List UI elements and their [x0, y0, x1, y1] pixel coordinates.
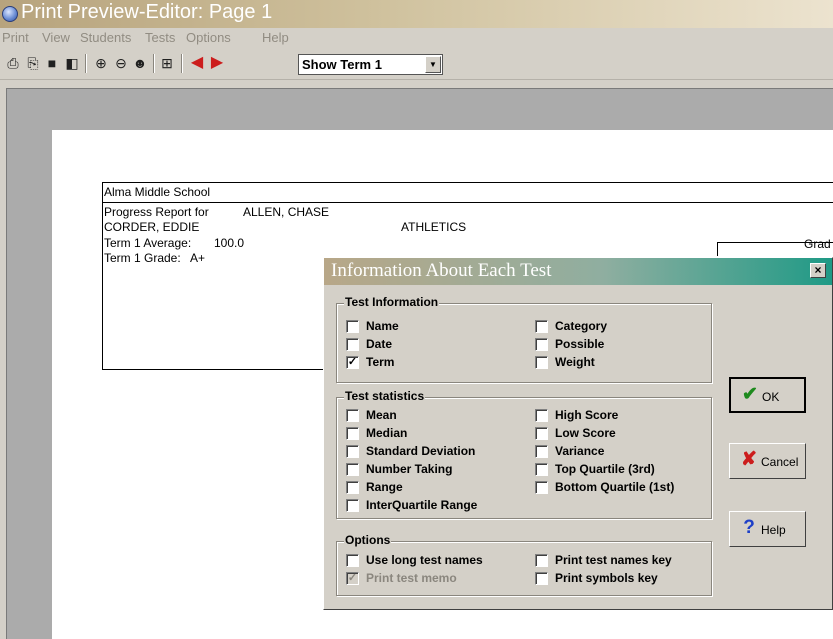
- dialog-title: Information About Each Test: [331, 260, 552, 281]
- checkbox-box[interactable]: [535, 481, 548, 494]
- report-divider: [103, 202, 833, 203]
- checkbox-label: Use long test names: [366, 553, 483, 567]
- toolbar-separator: [85, 54, 87, 73]
- menu-print[interactable]: Print: [2, 30, 29, 45]
- checkbox-label: Name: [366, 319, 399, 333]
- checkbox-label: Print test names key: [555, 553, 672, 567]
- term-select-value: Show Term 1: [302, 57, 382, 72]
- toolbar-separator: [181, 54, 183, 73]
- fit-page-icon[interactable]: ⊞: [158, 54, 176, 72]
- checkbox-label: Variance: [555, 444, 605, 458]
- checkbox-box[interactable]: [535, 356, 548, 369]
- student-icon[interactable]: ☻: [131, 54, 149, 72]
- checkbox-box[interactable]: [346, 338, 359, 351]
- progress-label: Progress Report for: [104, 205, 209, 219]
- cancel-button[interactable]: ✘ Cancel: [729, 443, 806, 479]
- checkbox-label: InterQuartile Range: [366, 498, 478, 512]
- term-average-label: Term 1 Average:: [104, 236, 192, 250]
- checkbox-label: Print test memo: [366, 571, 457, 585]
- checkbox-box[interactable]: [346, 463, 359, 476]
- menu-tests[interactable]: Tests: [145, 30, 175, 45]
- zoom-in-icon[interactable]: ⊕: [92, 54, 110, 72]
- teacher-name: CORDER, EDDIE: [104, 220, 200, 234]
- group-label: Test statistics: [344, 389, 426, 403]
- cancel-button-label: Cancel: [761, 455, 799, 469]
- checkbox-box[interactable]: [535, 427, 548, 440]
- group-label: Test Information: [344, 295, 440, 309]
- checkbox-box[interactable]: [346, 481, 359, 494]
- checkbox-label: Number Taking: [366, 462, 453, 476]
- checkbox-label: Low Score: [555, 426, 616, 440]
- checkbox-box[interactable]: [346, 499, 359, 512]
- checkbox-label: Bottom Quartile (1st): [555, 480, 675, 494]
- term-select[interactable]: Show Term 1 ▼: [298, 54, 443, 75]
- app-icon[interactable]: [2, 6, 18, 22]
- checkbox-box[interactable]: [535, 445, 548, 458]
- checkbox-box[interactable]: [535, 320, 548, 333]
- checkbox-box[interactable]: [535, 409, 548, 422]
- checkbox-label: Date: [366, 337, 393, 351]
- options-group: Options: [336, 533, 712, 596]
- zoom-out-icon[interactable]: ⊖: [112, 54, 130, 72]
- checkbox-label: High Score: [555, 408, 619, 422]
- menu-help[interactable]: Help: [262, 30, 289, 45]
- term-average-value: 100.0: [214, 236, 245, 250]
- menu-bar: Print View Students Tests Options Help: [0, 28, 833, 48]
- checkbox-label: Mean: [366, 408, 397, 422]
- help-button[interactable]: ? Help: [729, 511, 806, 547]
- school-name: Alma Middle School: [104, 185, 211, 199]
- checkbox-box[interactable]: [346, 409, 359, 422]
- printer-icon[interactable]: ⎙: [4, 54, 22, 72]
- copy-icon[interactable]: ◧: [63, 54, 81, 72]
- x-icon: ✘: [741, 449, 757, 470]
- check-icon: ✔: [742, 384, 758, 405]
- student-name: ALLEN, CHASE: [243, 205, 330, 219]
- dialog-title-bar: Information About Each Test ×: [324, 258, 832, 285]
- grade-table-tick: [717, 242, 718, 256]
- checkbox-box[interactable]: [535, 572, 548, 585]
- checkbox-label: Standard Deviation: [366, 444, 476, 458]
- menu-view[interactable]: View: [42, 30, 70, 45]
- toolbar-separator: [153, 54, 155, 73]
- printer-setup-icon[interactable]: ⎘: [24, 54, 42, 72]
- group-label: Options: [344, 533, 392, 547]
- checkbox-label: Term: [366, 355, 395, 369]
- term-grade-label: Term 1 Grade:: [104, 251, 181, 265]
- checkbox-box[interactable]: [346, 427, 359, 440]
- save-icon[interactable]: ■: [43, 54, 61, 72]
- checkbox-label: Weight: [555, 355, 595, 369]
- checkbox-label: Range: [366, 480, 403, 494]
- info-dialog: Information About Each Test × Test Infor…: [323, 257, 833, 610]
- window-title: Print Preview-Editor: Page 1: [21, 1, 273, 23]
- checkbox-box[interactable]: [346, 320, 359, 333]
- checkbox-label: Print symbols key: [555, 571, 658, 585]
- next-arrow-icon[interactable]: ▶: [208, 54, 226, 72]
- test-information-group: Test Information: [336, 295, 712, 383]
- checkbox-box[interactable]: [535, 554, 548, 567]
- ok-button-label: OK: [762, 390, 780, 404]
- checkmark-icon: ✓: [346, 572, 359, 585]
- grade-header: Grad: [804, 237, 831, 251]
- title-bar: Print Preview-Editor: Page 1: [0, 0, 833, 28]
- checkbox-box[interactable]: [535, 463, 548, 476]
- class-name: ATHLETICS: [401, 220, 467, 234]
- ok-button[interactable]: ✔ OK: [729, 377, 806, 413]
- help-button-label: Help: [761, 523, 786, 537]
- checkbox-box[interactable]: [535, 338, 548, 351]
- checkbox-box[interactable]: [346, 554, 359, 567]
- chevron-down-icon[interactable]: ▼: [425, 56, 441, 73]
- menu-students[interactable]: Students: [80, 30, 131, 45]
- checkbox-label: Top Quartile (3rd): [555, 462, 655, 476]
- checkbox-label: Category: [555, 319, 608, 333]
- checkbox-label: Possible: [555, 337, 605, 351]
- question-icon: ?: [743, 517, 755, 538]
- checkbox-label: Median: [366, 426, 408, 440]
- term-grade-value: A+: [190, 251, 206, 265]
- close-icon[interactable]: ×: [810, 263, 826, 278]
- menu-options[interactable]: Options: [186, 30, 231, 45]
- checkbox-box[interactable]: [346, 445, 359, 458]
- previous-arrow-icon[interactable]: ◀: [188, 54, 206, 72]
- checkmark-icon[interactable]: ✓: [346, 356, 359, 369]
